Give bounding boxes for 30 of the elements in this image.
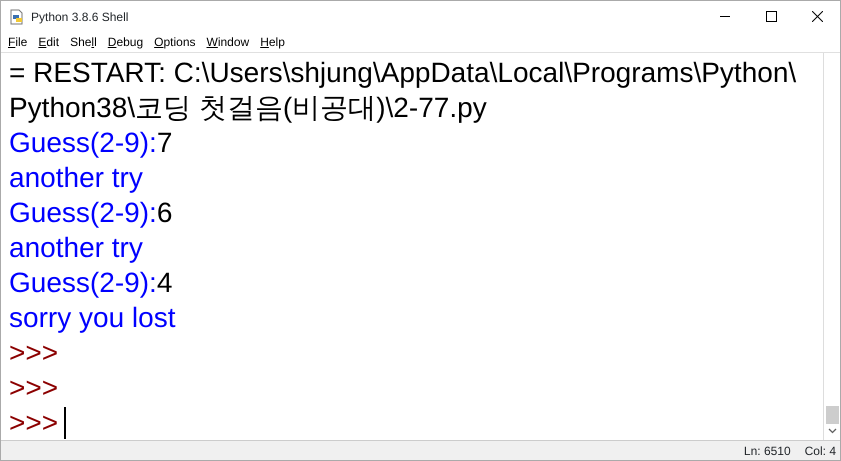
menu-item[interactable]: Window bbox=[202, 33, 254, 51]
typed-answer-text: 4 bbox=[156, 266, 172, 300]
menu-item[interactable]: File bbox=[3, 33, 32, 51]
program-output: another try bbox=[9, 161, 143, 195]
program-output: Guess(2-9): bbox=[9, 266, 157, 300]
scrollbar[interactable] bbox=[823, 53, 840, 440]
restart-message: = RESTART: C:\Users\shjung\AppData\Local\Programs\Python\ bbox=[9, 56, 796, 90]
program-output: sorry you lost bbox=[9, 301, 176, 335]
typed-answer-text: 6 bbox=[156, 196, 172, 230]
typed-answer-text: 7 bbox=[156, 126, 172, 160]
menu-item[interactable]: Debug bbox=[102, 33, 148, 51]
window-title: Python 3.8.6 Shell bbox=[31, 8, 128, 26]
program-output: Guess(2-9): bbox=[9, 126, 157, 160]
menu-item[interactable]: Help bbox=[255, 33, 290, 51]
program-output: another try bbox=[9, 231, 143, 265]
close-icon[interactable] bbox=[812, 11, 822, 22]
maximize-icon[interactable] bbox=[766, 11, 776, 22]
menu-item[interactable]: Edit bbox=[33, 33, 64, 51]
shell-prompt: >>> bbox=[9, 336, 58, 370]
restart-message: Python38\코딩 첫걸음(비공대)\2-77.py bbox=[9, 91, 487, 125]
scroll-down-icon[interactable] bbox=[828, 428, 836, 434]
menu-item[interactable]: Options bbox=[149, 33, 201, 51]
shell-prompt: >>> bbox=[9, 406, 58, 440]
scrollbar-thumb[interactable] bbox=[826, 406, 838, 424]
column-number-status: Col: 4 bbox=[804, 442, 836, 460]
line-number-status: Ln: 6510 bbox=[744, 442, 791, 460]
shell-prompt: >>> bbox=[9, 371, 58, 405]
program-output: Guess(2-9): bbox=[9, 196, 157, 230]
menu-item[interactable]: Shell bbox=[65, 33, 102, 51]
python-file-icon bbox=[9, 8, 25, 24]
